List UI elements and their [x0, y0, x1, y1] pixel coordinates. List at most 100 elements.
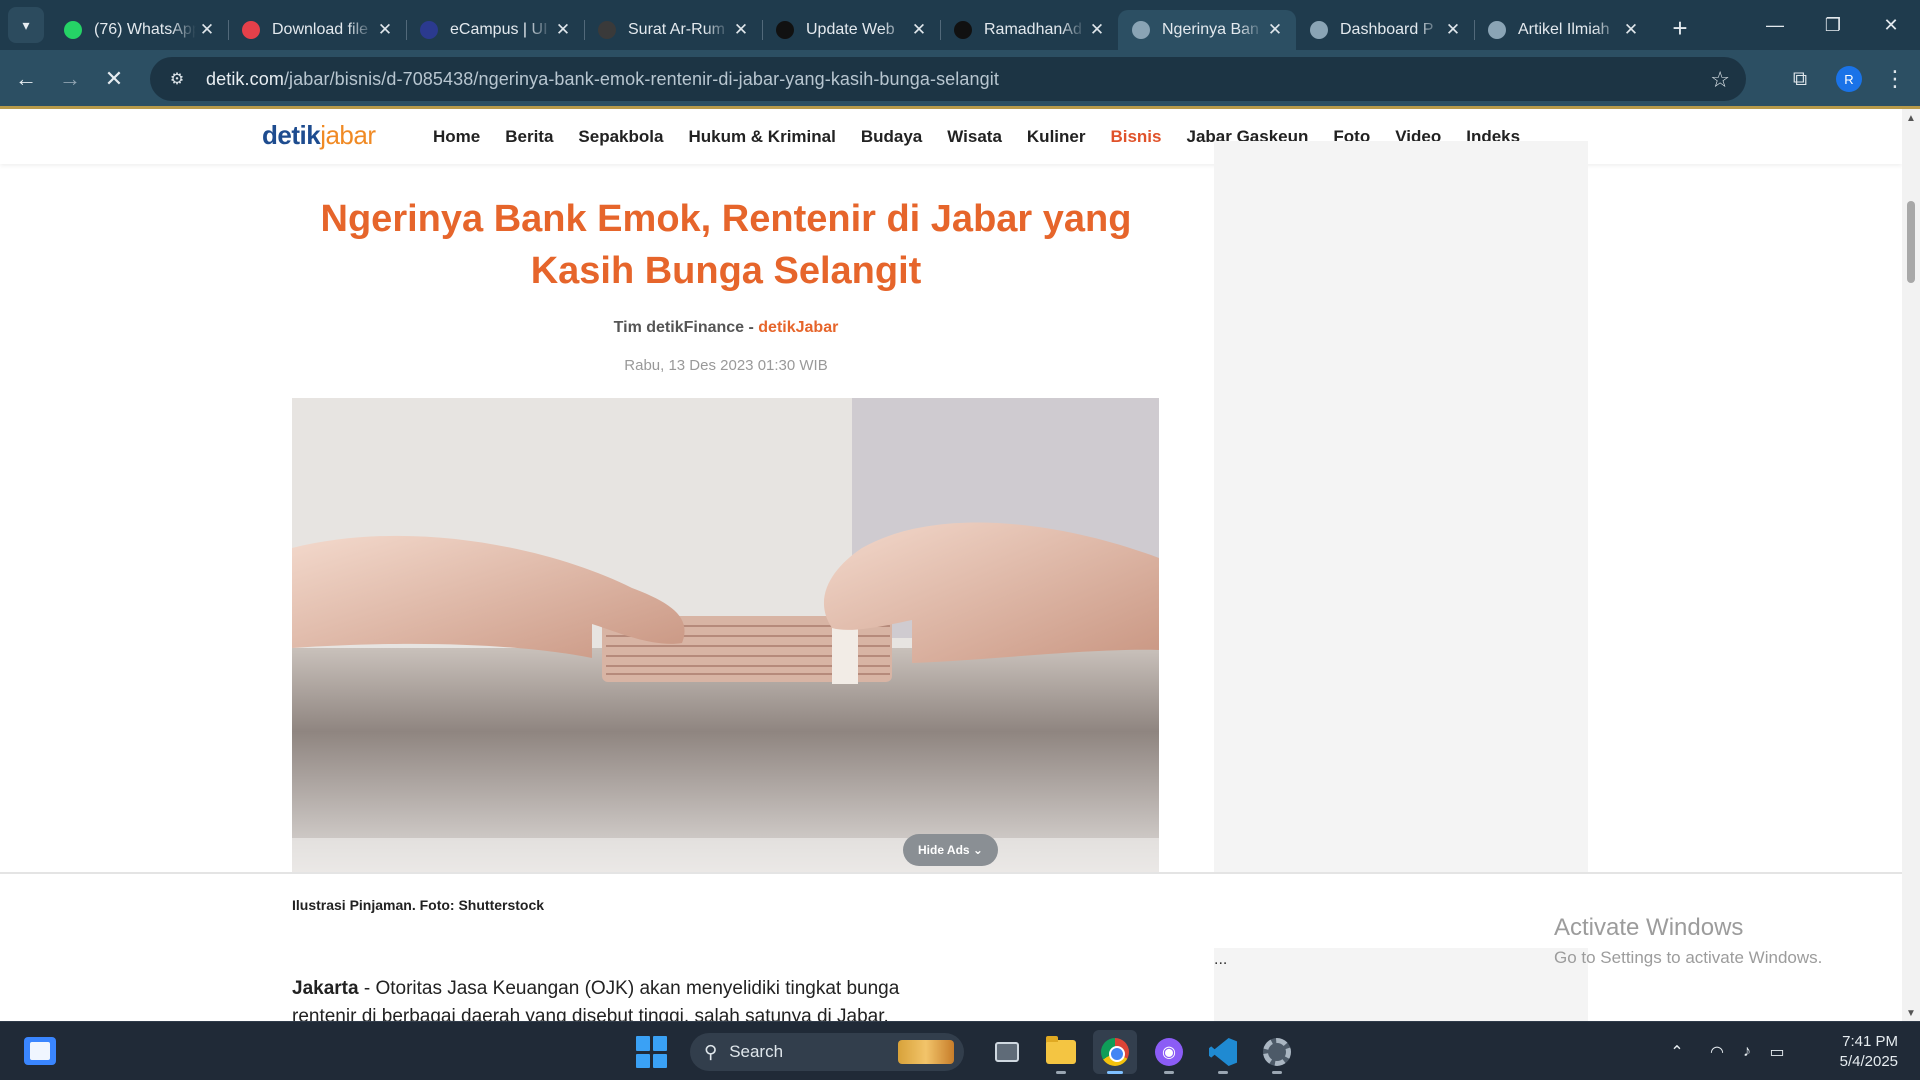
nav-link[interactable]: Wisata: [947, 127, 1002, 147]
minimize-button[interactable]: —: [1746, 0, 1804, 50]
start-button[interactable]: [636, 1036, 668, 1068]
close-tab-icon[interactable]: ✕: [1264, 19, 1286, 41]
scroll-up-arrow-icon[interactable]: ▲: [1906, 113, 1916, 124]
browser-menu-icon[interactable]: ⋮: [1880, 66, 1910, 92]
site-header: detikjabar Home Berita Sepakbola Hukum & Kr…: [0, 109, 1902, 164]
chrome-taskbar-button[interactable]: [1093, 1030, 1137, 1074]
browser-tab[interactable]: Surat Ar-Rum ✕: [584, 10, 762, 50]
clock-date: 5/4/2025: [1839, 1052, 1898, 1070]
tab-strip: ▾ (76) WhatsApp ✕ Download file ✕ eCampus | …: [0, 0, 1920, 50]
activate-windows-subtitle: Go to Settings to activate Windows.: [1554, 948, 1823, 967]
close-tab-icon[interactable]: ✕: [1442, 19, 1464, 41]
page-scrollbar[interactable]: ▲ ▼: [1902, 109, 1920, 1021]
browser-tab[interactable]: Artikel Ilmiah ✕: [1474, 10, 1652, 50]
nav-link[interactable]: Home: [433, 127, 480, 147]
chevron-down-icon: ⌄: [972, 843, 983, 857]
window-controls: — ❐ ✕: [1746, 0, 1920, 50]
url-text[interactable]: detik.com/jabar/bisnis/d-7085438/ngeriny…: [206, 69, 999, 90]
browser-tab[interactable]: Update Web ✕: [762, 10, 940, 50]
byline-separator: -: [744, 319, 759, 336]
browser-toolbar: ← → ✕ ⚙ detik.com/jabar/bisnis/d-7085438…: [0, 50, 1920, 108]
logo-part-detik: detik: [262, 120, 321, 150]
system-clock[interactable]: 7:41 PM 5/4/2025: [1808, 1032, 1898, 1072]
article-author[interactable]: Tim detikFinance: [614, 319, 744, 336]
tab-title: (76) WhatsApp: [94, 21, 196, 38]
taskbar-search-label: Search: [729, 1042, 784, 1061]
article-title: Ngerinya Bank Emok, Rentenir di Jabar ya…: [320, 198, 1132, 292]
file-explorer-button[interactable]: [1039, 1030, 1083, 1074]
tab-title: Update Web: [806, 21, 895, 38]
globe-icon: [1310, 21, 1328, 39]
article-photo: [292, 398, 1159, 887]
scroll-down-arrow-icon[interactable]: ▼: [1906, 1008, 1916, 1019]
close-tab-icon[interactable]: ✕: [196, 19, 218, 41]
activate-windows-watermark: Activate Windows Go to Settings to activ…: [1554, 914, 1822, 968]
restore-button[interactable]: ❐: [1804, 0, 1862, 50]
browser-tab[interactable]: (76) WhatsApp ✕: [50, 10, 228, 50]
wifi-icon[interactable]: ◠: [1702, 1042, 1732, 1062]
stop-loading-button[interactable]: ✕: [92, 57, 136, 101]
tab-list: (76) WhatsApp ✕ Download file ✕ eCampus | UI…: [50, 0, 1652, 50]
chevron-up-icon[interactable]: ⌃: [1662, 1042, 1692, 1062]
extensions-icon[interactable]: ⧉: [1778, 57, 1822, 101]
activate-windows-title: Activate Windows: [1554, 914, 1744, 941]
sidebar-ad-slot-2: [1214, 948, 1588, 1021]
browser-tab[interactable]: RamadhanAd ✕: [940, 10, 1118, 50]
tab-search-button[interactable]: ▾: [8, 7, 44, 43]
forward-button[interactable]: →: [48, 57, 92, 101]
nav-link[interactable]: Budaya: [861, 127, 922, 147]
tab-title: RamadhanAd: [984, 21, 1082, 38]
openai-icon: [776, 21, 794, 39]
battery-icon[interactable]: ▭: [1762, 1042, 1792, 1062]
browser-tab[interactable]: Download file ✕: [228, 10, 406, 50]
task-view-button[interactable]: [985, 1030, 1029, 1074]
browser-tab[interactable]: Ngerinya Ban ✕: [1118, 10, 1296, 50]
profile-avatar[interactable]: R: [1836, 66, 1862, 92]
new-tab-button[interactable]: +: [1664, 12, 1696, 44]
close-window-button[interactable]: ✕: [1862, 0, 1920, 50]
nav-link[interactable]: Bisnis: [1110, 127, 1161, 147]
github-icon: [954, 21, 972, 39]
system-tray: ⌃ ◠ ♪ ▭ 7:41 PM 5/4/2025: [1662, 1022, 1920, 1080]
volume-icon[interactable]: ♪: [1732, 1043, 1762, 1061]
back-button[interactable]: ←: [4, 57, 48, 101]
nav-link[interactable]: Kuliner: [1027, 127, 1086, 147]
tab-title: Ngerinya Ban: [1162, 21, 1259, 38]
article-lead-paragraph: Jakarta - Otoritas Jasa Keuangan (OJK) a…: [292, 975, 952, 1021]
close-tab-icon[interactable]: ✕: [730, 19, 752, 41]
lead-text: - Otoritas Jasa Keuangan (OJK) akan meny…: [292, 978, 900, 1021]
article-source[interactable]: detikJabar: [758, 319, 838, 336]
url-path: /jabar/bisnis/d-7085438/ngerinya-bank-em…: [283, 68, 999, 89]
taskbar-search[interactable]: ⚲ Search: [690, 1033, 964, 1071]
close-tab-icon[interactable]: ✕: [374, 19, 396, 41]
vscode-icon: [1209, 1038, 1237, 1066]
close-tab-icon[interactable]: ✕: [1086, 19, 1108, 41]
sidebar-ellipsis: ...: [1214, 951, 1228, 968]
site-info-icon[interactable]: ⚙: [162, 69, 192, 89]
scrollbar-thumb[interactable]: [1907, 201, 1915, 283]
browser-tab[interactable]: Dashboard P ✕: [1296, 10, 1474, 50]
close-tab-icon[interactable]: ✕: [1620, 19, 1642, 41]
tab-title: Download file: [272, 21, 369, 38]
settings-button[interactable]: [1255, 1030, 1299, 1074]
nav-link[interactable]: Berita: [505, 127, 553, 147]
nav-link[interactable]: Hukum & Kriminal: [688, 127, 835, 147]
whatsapp-icon: [64, 21, 82, 39]
close-tab-icon[interactable]: ✕: [908, 19, 930, 41]
nav-link[interactable]: Sepakbola: [578, 127, 663, 147]
widgets-icon[interactable]: [24, 1037, 56, 1065]
hide-ads-button[interactable]: Hide Ads ⌄: [903, 834, 998, 866]
address-bar[interactable]: ⚙ detik.com/jabar/bisnis/d-7085438/ngeri…: [150, 57, 1746, 101]
folder-icon: [1046, 1036, 1076, 1064]
browser-tab[interactable]: eCampus | UI ✕: [406, 10, 584, 50]
close-tab-icon[interactable]: ✕: [552, 19, 574, 41]
bookmark-star-icon[interactable]: ☆: [1710, 67, 1730, 93]
article-date: Rabu, 13 Des 2023 01:30 WIB: [624, 357, 828, 374]
github-desktop-button[interactable]: ◉: [1147, 1030, 1191, 1074]
site-logo[interactable]: detikjabar: [262, 120, 376, 151]
vscode-button[interactable]: [1201, 1030, 1245, 1074]
task-view-icon: [995, 1042, 1019, 1062]
hide-ads-label: Hide Ads: [918, 843, 970, 857]
github-icon: ◉: [1155, 1038, 1183, 1066]
photo-caption: Ilustrasi Pinjaman. Foto: Shutterstock: [292, 897, 545, 913]
